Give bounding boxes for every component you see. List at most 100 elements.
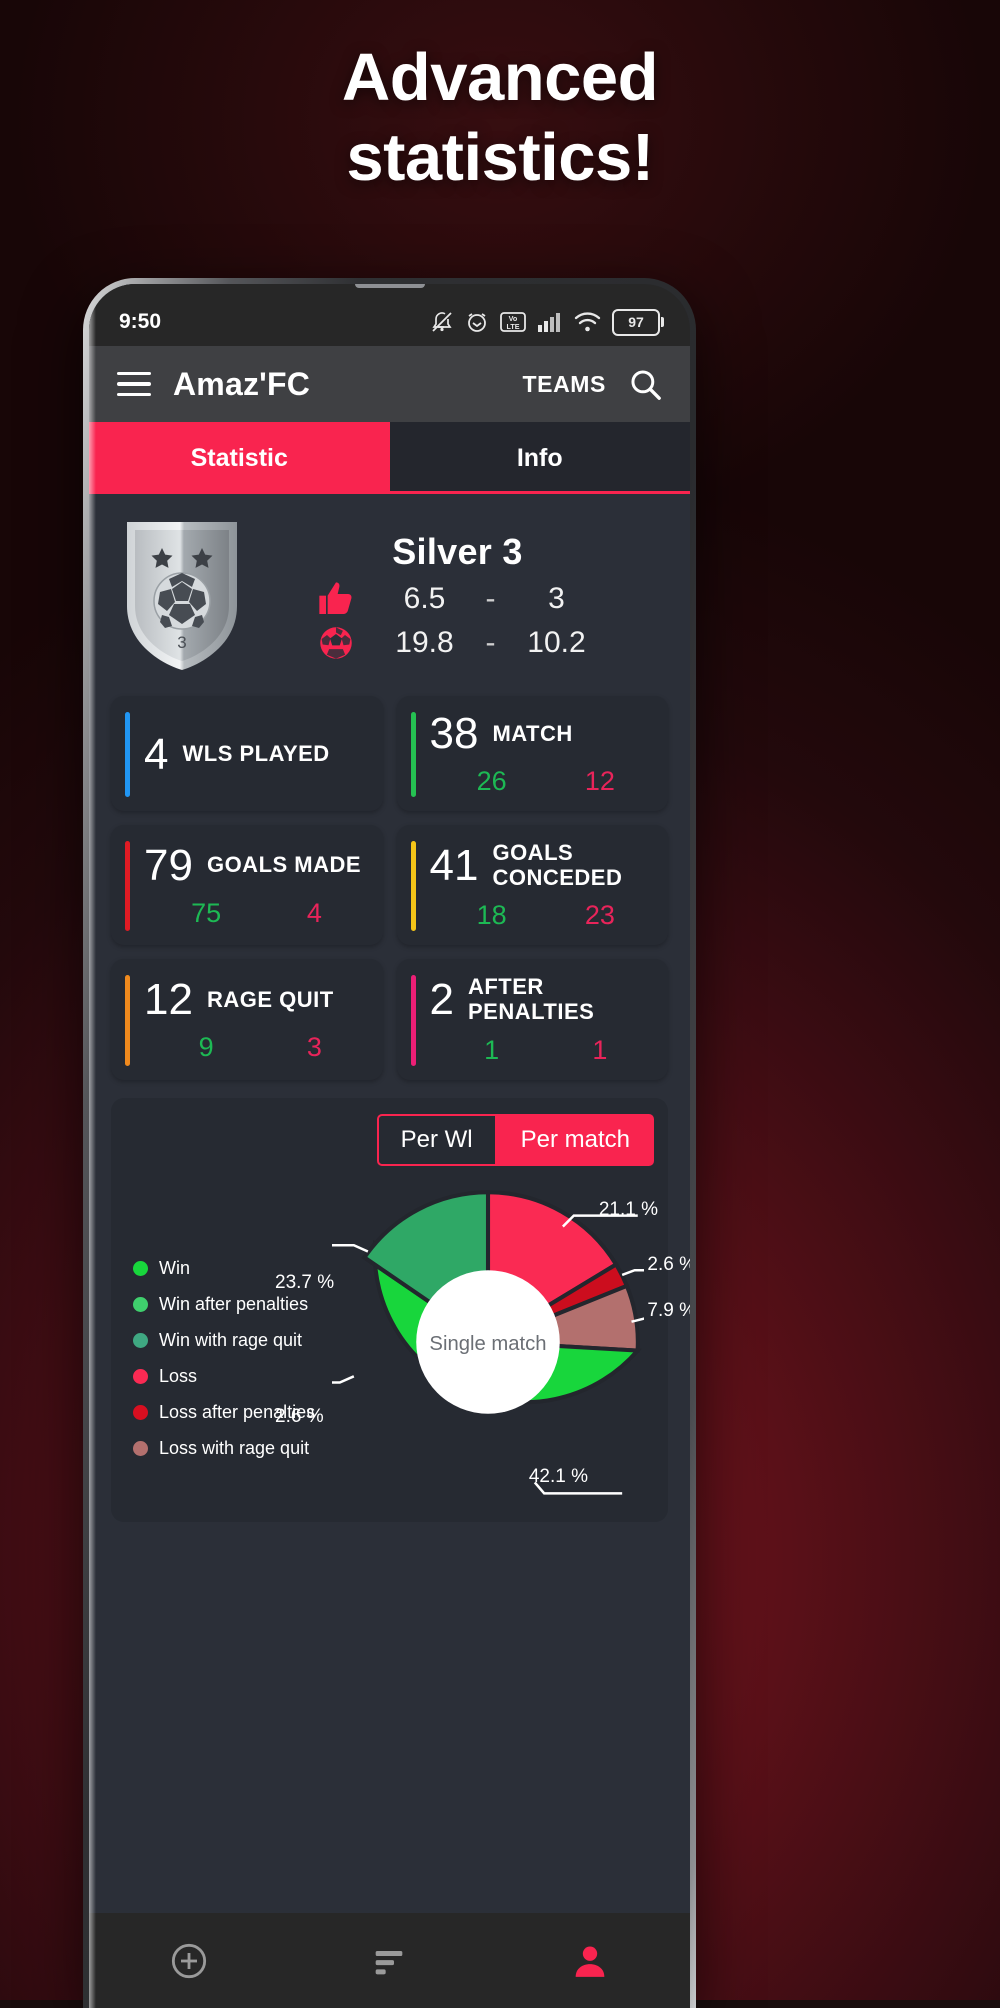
profile-header: 3 Silver 3 6.5 - 3 19.8 - 10.2	[89, 494, 690, 686]
pie-label-loss-with-rage-quit: 7.9 %	[647, 1299, 690, 1321]
nav-profile-button[interactable]	[490, 1941, 690, 1981]
battery-percent: 97	[628, 314, 644, 330]
pie-chart[interactable]: Single match	[332, 1186, 644, 1498]
stat-losses: 23	[584, 900, 615, 931]
stat-wins: 75	[191, 897, 222, 928]
legend-label: Win	[159, 1257, 190, 1278]
card-top: 4 WLS PLAYED	[144, 729, 369, 779]
legend-color-swatch	[133, 1404, 148, 1420]
stat-label: MATCH	[492, 720, 573, 746]
skill-left-value: 6.5	[403, 582, 446, 615]
stat-card-match[interactable]: 38 MATCH 26 12	[396, 696, 668, 811]
card-body: 12 RAGE QUIT 9 3	[144, 975, 369, 1065]
card-top: 41 GOALS CONCEDED	[429, 840, 655, 890]
pie-label-loss-after-penalties: 2.6 %	[647, 1253, 690, 1275]
stat-wins: 26	[476, 766, 507, 796]
stat-card-rage-quit[interactable]: 12 RAGE QUIT 9 3	[111, 959, 383, 1080]
volte-icon: Vo LTE	[500, 312, 526, 332]
wifi-icon	[574, 312, 601, 332]
nav-add-button[interactable]	[89, 1941, 289, 1981]
legend-label: Win with rage quit	[159, 1329, 303, 1350]
phone-screen: 9:50 Vo LTE 97 Amaz'FC TEAMS Statistic I…	[89, 284, 690, 2008]
stat-card-goals-made[interactable]: 79 GOALS MADE 75 4	[111, 825, 383, 946]
accent-bar	[125, 975, 130, 1066]
rank-title: Silver 3	[392, 531, 523, 572]
svg-text:LTE: LTE	[506, 322, 519, 331]
stat-wins: 1	[484, 1034, 500, 1065]
toggle-per-wl[interactable]: Per Wl	[376, 1113, 497, 1166]
pie-chart-area: Win Win after penalties Win with rage qu…	[125, 1172, 690, 1512]
badge-number: 3	[177, 633, 186, 652]
tab-bar: Statistic Info	[89, 422, 690, 494]
card-body: 4 WLS PLAYED	[144, 712, 369, 797]
status-icons: Vo LTE 97	[430, 308, 664, 336]
legend-item[interactable]: Win with rage quit	[133, 1330, 315, 1351]
teams-button[interactable]: TEAMS	[523, 371, 607, 398]
stat-wins: 18	[476, 900, 507, 931]
goals-rating-row: 19.8 - 10.2	[313, 625, 603, 661]
stat-label: GOALS MADE	[206, 852, 362, 878]
card-sub: 18 23	[430, 900, 655, 931]
stat-value: 12	[144, 974, 193, 1024]
stat-value: 79	[144, 840, 193, 890]
pie-label-win: 42.1 %	[528, 1465, 588, 1487]
legend-label: Win after penalties	[159, 1293, 309, 1314]
search-icon[interactable]	[628, 367, 662, 401]
app-title: Amaz'FC	[173, 365, 311, 402]
pie-label-win-with-rage-quit: 23.7 %	[275, 1271, 335, 1293]
stat-label: GOALS CONCEDED	[492, 840, 623, 890]
goals-left-value: 19.8	[395, 626, 454, 659]
promo-headline: Advanced statistics!	[0, 38, 1000, 198]
legend-color-swatch	[133, 1296, 148, 1312]
stat-card-after-penalties[interactable]: 2 AFTER PENALTIES 1 1	[396, 959, 668, 1080]
nav-stats-button[interactable]	[289, 1941, 489, 1981]
bell-off-icon	[432, 312, 452, 332]
status-bar: 9:50 Vo LTE 97	[89, 284, 690, 346]
card-body: 79 GOALS MADE 75 4	[144, 841, 369, 931]
stat-label: WLS PLAYED	[182, 741, 330, 767]
card-sub: 9 3	[144, 1032, 369, 1063]
stat-value: 4	[144, 729, 169, 779]
signal-icon	[538, 313, 560, 332]
soccer-ball-icon	[313, 625, 359, 661]
goals-dash: -	[485, 626, 496, 659]
add-circle-icon	[172, 1943, 207, 1978]
chart-panel: Per Wl Per match Win Win after penalties	[111, 1097, 690, 1522]
card-body: 41 GOALS CONCEDED 18 23	[429, 840, 655, 931]
silver-rank-shield-icon: 3	[119, 516, 245, 676]
legend-item[interactable]: Win after penalties	[133, 1294, 315, 1315]
profile-person-icon	[575, 1946, 605, 1977]
skill-dash: -	[485, 582, 496, 615]
chart-scope-toggle: Per Wl Per match	[125, 1113, 654, 1166]
status-time: 9:50	[119, 310, 162, 333]
headline-line-1: Advanced	[341, 40, 659, 115]
card-sub: 75 4	[144, 898, 369, 929]
stat-label: AFTER PENALTIES	[467, 974, 595, 1024]
legend-item[interactable]: Loss	[133, 1366, 315, 1387]
thumbs-up-icon	[313, 579, 359, 619]
stat-value: 38	[429, 709, 479, 758]
toggle-per-match[interactable]: Per match	[496, 1113, 654, 1166]
tab-info[interactable]: Info	[390, 422, 691, 494]
stat-losses: 4	[306, 897, 322, 928]
legend-color-swatch	[133, 1368, 148, 1384]
stat-losses: 1	[592, 1034, 608, 1065]
tab-statistic[interactable]: Statistic	[89, 422, 390, 494]
skill-right-value: 3	[548, 582, 565, 615]
stat-losses: 3	[306, 1031, 322, 1062]
legend-item[interactable]: Loss with rage quit	[133, 1438, 315, 1459]
legend-label: Loss with rage quit	[159, 1437, 310, 1458]
stat-card-goals-conceded[interactable]: 41 GOALS CONCEDED 18 23	[396, 825, 668, 946]
stat-card-grid: 4 WLS PLAYED 38 MATCH 26 12 79 GOALS MAD…	[89, 686, 690, 1080]
card-top: 2 AFTER PENALTIES	[429, 974, 655, 1024]
earpiece-speaker	[354, 284, 425, 288]
phone-mockup: 9:50 Vo LTE 97 Amaz'FC TEAMS Statistic I…	[83, 278, 696, 2008]
hamburger-menu-icon[interactable]	[117, 372, 151, 396]
battery-icon: 97	[612, 308, 664, 336]
stat-card-wls-played[interactable]: 4 WLS PLAYED	[111, 696, 383, 811]
accent-bar	[410, 841, 416, 932]
card-sub: 26 12	[430, 766, 655, 797]
stat-value: 41	[429, 840, 479, 890]
legend-color-swatch	[133, 1440, 148, 1456]
stat-value: 2	[429, 974, 454, 1024]
